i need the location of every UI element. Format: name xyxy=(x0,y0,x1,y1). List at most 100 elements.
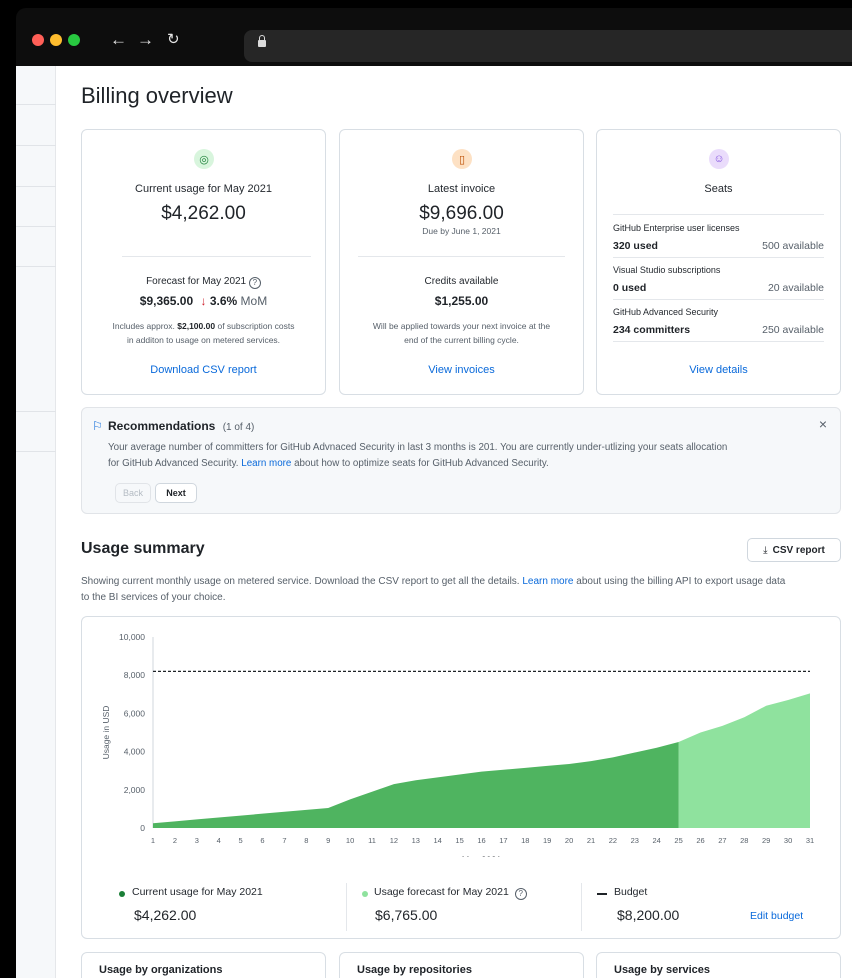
usage-note-pre: Includes approx. xyxy=(112,321,175,331)
edit-budget-link[interactable]: Edit budget xyxy=(750,910,803,922)
help-icon[interactable]: ? xyxy=(514,888,527,900)
current-usage-dot xyxy=(119,891,125,897)
x-tick-label: 24 xyxy=(653,836,661,845)
usage-desc-pre: Showing current monthly usage on metered… xyxy=(81,576,520,587)
x-tick-label: 26 xyxy=(696,836,704,845)
help-icon[interactable]: ? xyxy=(248,277,261,289)
x-tick-label: 15 xyxy=(455,836,463,845)
usage-by-repositories-card: Usage by repositories xyxy=(339,952,584,978)
learn-more-link[interactable]: Learn more xyxy=(522,576,573,587)
back-button[interactable]: Back xyxy=(115,483,151,503)
next-button[interactable]: Next xyxy=(155,483,197,503)
usage-by-organizations-title: Usage by organizations xyxy=(99,964,223,976)
learn-more-link[interactable]: Learn more xyxy=(241,458,291,469)
x-tick-label: 1 xyxy=(151,836,155,845)
sidebar-divider xyxy=(16,226,56,227)
sidebar-divider xyxy=(16,186,56,187)
view-invoices-link[interactable]: View invoices xyxy=(340,364,583,376)
invoice-amount: $9,696.00 xyxy=(419,203,504,224)
legend-divider xyxy=(581,883,582,931)
recommendations-heading: Recommendations (1 of 4) xyxy=(108,419,254,433)
usage-note-amount: $2,100.00 xyxy=(177,321,216,331)
x-tick-label: 9 xyxy=(326,836,330,845)
x-tick-label: 7 xyxy=(282,836,286,845)
y-axis-label: Usage in USD xyxy=(101,706,111,760)
x-tick-label: 13 xyxy=(412,836,420,845)
recommendations-panel: ⚐ Recommendations (1 of 4) × Your averag… xyxy=(81,407,841,514)
usage-chart-card: 0 2,000 4,000 6,000 8,000 10,000 Usage in USD 1… xyxy=(81,616,841,939)
usage-note-line2: in additon to usage on metered services. xyxy=(126,335,281,345)
forecast-unit: MoM xyxy=(240,294,268,308)
x-tick-label: 4 xyxy=(217,836,221,845)
person-icon: ☺ xyxy=(709,149,729,169)
close-icon[interactable]: × xyxy=(819,416,827,432)
x-tick-label: 21 xyxy=(587,836,595,845)
x-tick-label: 22 xyxy=(609,836,617,845)
main-content: Billing overview ◎ Current usage for May… xyxy=(56,66,852,978)
lock-icon xyxy=(258,35,266,47)
forecast-amount: $9,365.00 xyxy=(139,294,194,308)
usage-summary-title: Usage summary xyxy=(81,540,205,557)
reload-icon[interactable]: ↻ xyxy=(167,28,180,52)
usage-by-repositories-title: Usage by repositories xyxy=(357,964,472,976)
maximize-window-dot[interactable] xyxy=(68,34,80,46)
y-tick-label: 10,000 xyxy=(119,632,145,642)
usage-note-line1: Includes approx. $2,100.00 of subscripti… xyxy=(82,321,325,331)
legend-forecast-label: Usage forecast for May 2021 ? xyxy=(374,886,527,900)
download-csv-link[interactable]: Download CSV report xyxy=(82,364,325,376)
seat-name: GitHub Enterprise user licenses xyxy=(613,223,740,233)
legend-divider xyxy=(346,883,347,931)
credits-note-line1: Will be applied towards your next invoic… xyxy=(372,321,551,331)
seat-used: 234 committers xyxy=(613,324,691,336)
forecast-dot xyxy=(362,891,368,897)
recommendation-line2-pre: for GitHub Advanced Security. xyxy=(108,458,239,469)
legend-budget-value: $8,200.00 xyxy=(617,907,680,923)
forecast-label: Forecast for May 2021 xyxy=(146,276,247,287)
recommendation-text: Your average number of committers for Gi… xyxy=(108,440,828,472)
y-tick-label: 4,000 xyxy=(124,747,146,757)
close-window-dot[interactable] xyxy=(32,34,44,46)
y-tick-label: 6,000 xyxy=(124,708,146,718)
sidebar xyxy=(16,66,56,978)
invoice-label: Latest invoice xyxy=(427,183,496,195)
x-tick-label: 5 xyxy=(239,836,243,845)
x-tick-label: 17 xyxy=(499,836,507,845)
seats-card: ☺ Seats GitHub Enterprise user licenses … xyxy=(596,129,841,395)
recommendations-count: (1 of 4) xyxy=(222,422,255,433)
forecast-amount-row: $9,365.00 ↓ 3.6% MoM xyxy=(82,294,325,308)
x-tick-label: 27 xyxy=(718,836,726,845)
browser-toolbar: ← → ↻ xyxy=(16,8,852,66)
lightbulb-icon: ⚐ xyxy=(92,419,103,433)
address-bar[interactable] xyxy=(244,30,852,62)
usage-note-post: of subscription costs xyxy=(217,321,295,331)
minimize-window-dot[interactable] xyxy=(50,34,62,46)
seat-used: 0 used xyxy=(613,282,647,294)
seat-available: 20 available xyxy=(767,282,824,294)
current-usage-area xyxy=(153,742,679,828)
credits-note-line2: end of the current billing cycle. xyxy=(404,335,519,345)
seat-available: 250 available xyxy=(762,324,824,336)
legend-forecast-text: Usage forecast for May 2021 xyxy=(374,886,509,898)
x-tick-label: 23 xyxy=(631,836,639,845)
recommendation-line2: for GitHub Advanced Security. Learn more… xyxy=(108,456,828,472)
down-arrow-icon: ↓ xyxy=(200,294,207,308)
usage-desc-line2: to the BI services of your choice. xyxy=(81,592,226,603)
latest-invoice-card: ▯ Latest invoice $9,696.00 Due by June 1… xyxy=(339,129,584,395)
back-arrow-icon[interactable]: ← xyxy=(110,28,127,52)
y-tick-label: 8,000 xyxy=(124,670,146,680)
view-details-link[interactable]: View details xyxy=(597,364,840,376)
csv-report-button[interactable]: ⤓ CSV report xyxy=(747,538,841,562)
invoice-due: Due by June 1, 2021 xyxy=(422,226,501,236)
seats-label: Seats xyxy=(704,183,733,195)
divider xyxy=(613,214,824,215)
x-tick-label: 11 xyxy=(368,836,376,845)
credits-label: Credits available xyxy=(424,276,499,287)
download-icon: ⤓ xyxy=(763,544,768,556)
x-tick-label: 28 xyxy=(740,836,748,845)
forward-arrow-icon[interactable]: → xyxy=(137,28,154,52)
current-usage-card: ◎ Current usage for May 2021 $4,262.00 F… xyxy=(81,129,326,395)
document-icon: ▯ xyxy=(452,149,472,169)
usage-by-services-title: Usage by services xyxy=(614,964,711,976)
x-tick-label: 6 xyxy=(260,836,264,845)
forecast-usage-area xyxy=(678,693,810,828)
